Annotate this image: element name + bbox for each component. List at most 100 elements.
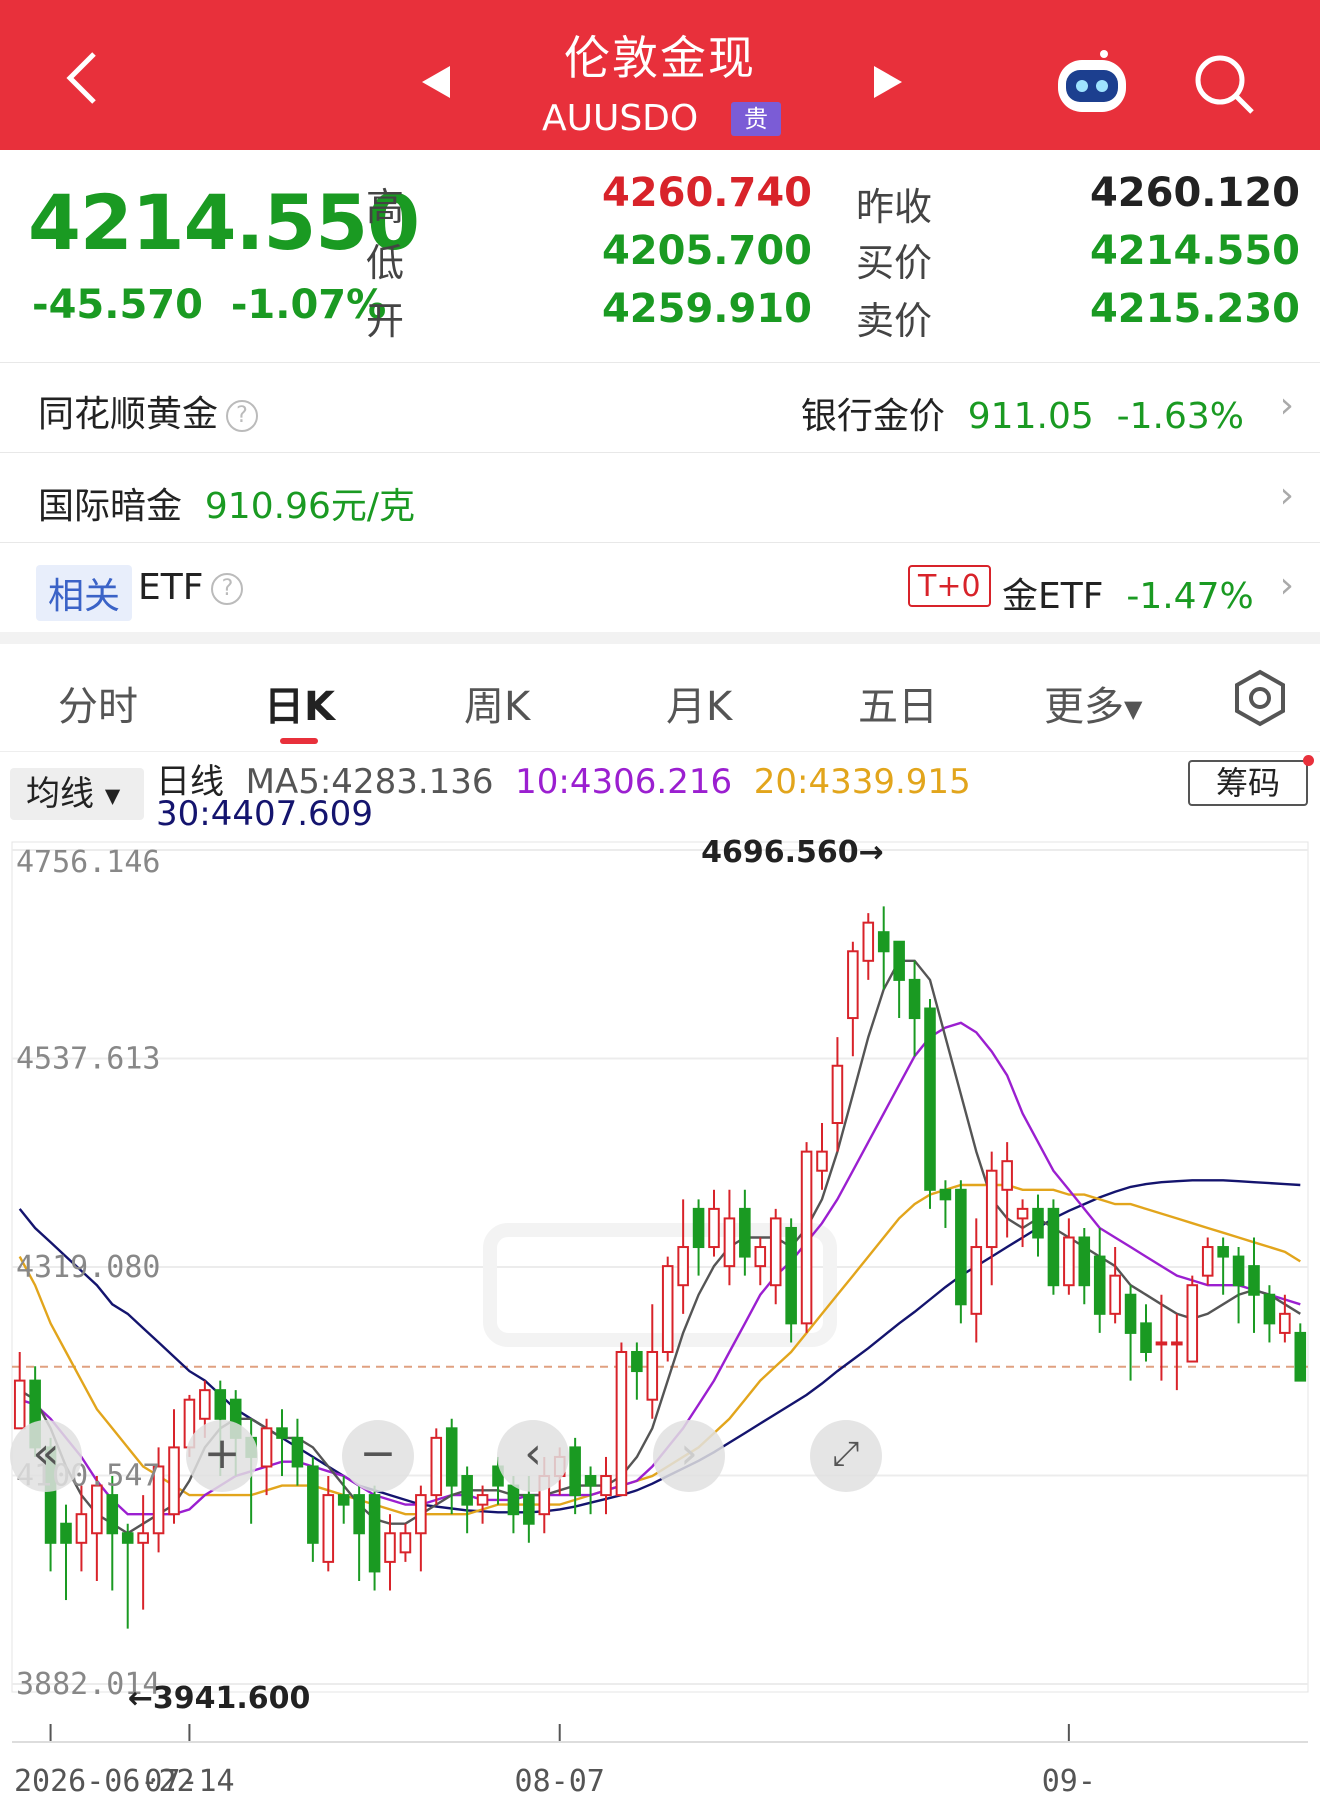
y-tick-label: 4756.146	[16, 845, 161, 880]
ma30-value: 30:4407.609	[156, 794, 373, 834]
ths-gold-row[interactable]: 同花顺黄金? 银行金价 911.05 -1.63% ›	[0, 362, 1320, 452]
intl-gold-value: 910.96元/克	[204, 486, 416, 527]
candle	[661, 1256, 674, 1362]
intl-gold-row[interactable]: 国际暗金 910.96元/克 ›	[0, 452, 1320, 542]
candle-body	[137, 1532, 149, 1544]
candle-body	[955, 1188, 967, 1306]
etf-row[interactable]: 相关 ETF? T+0 金ETF -1.47% ›	[0, 542, 1320, 632]
next-instrument-icon[interactable]	[870, 62, 906, 102]
candle	[1063, 1218, 1075, 1295]
tab-more-label: 更多	[1044, 684, 1124, 730]
candle-body	[1047, 1207, 1060, 1287]
candle-body	[1248, 1265, 1260, 1296]
candle	[816, 1123, 828, 1190]
tab-weekly-k[interactable]: 周K	[464, 674, 530, 732]
kline-chart[interactable]: 4756.146 4537.613 4319.080 4100.547 3882.014…	[0, 835, 1320, 1812]
candle	[847, 941, 859, 1057]
bid-value: 4214.550	[1089, 228, 1300, 274]
candle-body	[800, 1150, 813, 1325]
candle	[1201, 1237, 1214, 1286]
candle-body	[908, 978, 921, 1020]
help-icon[interactable]: ?	[211, 573, 244, 605]
candle-body	[199, 1389, 211, 1420]
candle-body	[415, 1494, 427, 1535]
candle-body	[1078, 1236, 1091, 1287]
candle-body	[739, 1207, 751, 1258]
candle-body	[754, 1246, 767, 1268]
ask-label: 卖价	[856, 299, 933, 343]
candle-body	[276, 1427, 288, 1439]
candle-body	[661, 1265, 674, 1353]
candle	[877, 906, 890, 990]
scroll-start-button[interactable]: «	[10, 1420, 82, 1492]
bid-label: 买价	[856, 241, 933, 285]
change-amount: -45.570	[32, 282, 203, 328]
candle-body	[168, 1446, 180, 1516]
low-label: 低	[366, 241, 405, 285]
candle-body	[322, 1494, 335, 1563]
candle-body	[1140, 1322, 1152, 1353]
candle-body	[862, 921, 875, 962]
fullscreen-button[interactable]: ⤢	[810, 1420, 882, 1492]
tab-five-day[interactable]: 五日	[858, 674, 938, 732]
candle	[862, 913, 875, 980]
related-tag: 相关	[36, 565, 133, 621]
candle	[677, 1199, 689, 1314]
max-price-label: 4696.560→	[701, 836, 884, 870]
candle-body	[816, 1150, 828, 1172]
help-icon[interactable]: ?	[226, 400, 259, 432]
candle-body	[1217, 1246, 1229, 1258]
ma-legend: 均线 ▼ 日线 MA5:4283.136 10:4306.216 20:4339…	[0, 752, 1320, 836]
indicator-selector[interactable]: 均线 ▼	[10, 768, 144, 820]
top-bar: 伦敦金现 AUUSDO 贵	[0, 0, 1320, 150]
candle	[924, 998, 936, 1209]
tab-daily-k[interactable]: 日K	[264, 674, 335, 732]
candle	[353, 1485, 365, 1581]
zoom-in-button[interactable]: +	[186, 1420, 258, 1492]
bank-gold-label: 银行金价	[800, 396, 945, 437]
candle-body	[476, 1494, 489, 1506]
settings-hexagon-icon[interactable]	[1230, 668, 1290, 728]
change-percent: -1.07%	[230, 282, 387, 328]
candle-body	[708, 1207, 720, 1249]
zoom-out-button[interactable]: −	[342, 1420, 414, 1492]
candle-body	[1155, 1341, 1168, 1346]
etf-label: ETF?	[138, 567, 244, 608]
open-label: 开	[366, 299, 405, 343]
candle	[307, 1456, 319, 1562]
tab-intraday[interactable]: 分时	[58, 674, 138, 732]
ma20-value: 20:4339.915	[753, 762, 971, 802]
candle	[260, 1418, 273, 1496]
candle	[708, 1189, 720, 1257]
pan-left-button[interactable]: ‹	[497, 1420, 569, 1492]
candle-body	[430, 1436, 443, 1497]
min-price-label: ←3941.600	[128, 1681, 311, 1716]
candle	[600, 1456, 612, 1515]
candle	[893, 940, 905, 1019]
caret-down-icon: ▼	[1124, 695, 1143, 723]
search-icon[interactable]	[1190, 50, 1260, 120]
x-tick-label: 09-	[1042, 1764, 1096, 1799]
candle-body	[1032, 1207, 1044, 1239]
candle	[13, 1351, 26, 1430]
notification-dot	[1303, 755, 1314, 766]
candle-body	[769, 1217, 782, 1287]
pan-right-button[interactable]: ›	[653, 1420, 725, 1492]
tab-monthly-k[interactable]: 月K	[666, 674, 732, 732]
kline-chart-svg[interactable]: 4756.1464537.6134319.0804100.5473882.014…	[0, 835, 1320, 1812]
x-tick-label: 08-07	[515, 1764, 605, 1799]
robot-assistant-icon[interactable]	[1052, 48, 1132, 118]
candle	[723, 1189, 736, 1286]
y-tick-label: 4319.080	[16, 1250, 161, 1285]
candle	[754, 1237, 767, 1286]
tab-more[interactable]: 更多▼	[1044, 674, 1142, 732]
caret-down-icon: ▼	[104, 783, 121, 808]
candle-body	[924, 1007, 936, 1191]
ask-value: 4215.230	[1089, 286, 1300, 332]
x-tick-label: 07-14	[144, 1764, 234, 1799]
candle	[1078, 1227, 1091, 1305]
ths-gold-label: 同花顺黄金?	[38, 385, 259, 437]
chip-distribution-button[interactable]: 筹码	[1188, 760, 1308, 806]
candle-body	[569, 1446, 581, 1497]
bank-gold-value: 911.05	[967, 396, 1094, 437]
